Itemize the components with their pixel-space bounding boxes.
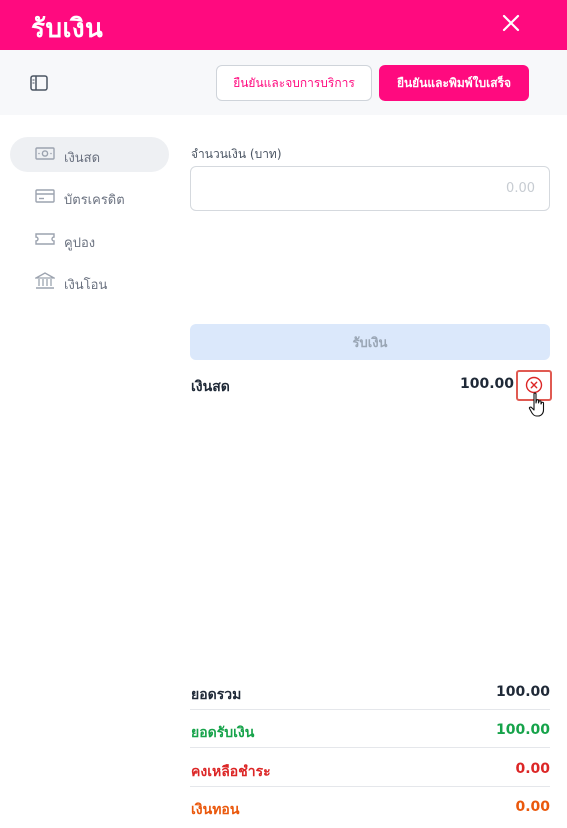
coupon-icon xyxy=(35,230,55,248)
summary-label: เงินทอน xyxy=(191,802,240,818)
payment-amount: 100.00 xyxy=(459,376,514,392)
summary-row-received: ยอดรับเงิน 100.00 xyxy=(190,710,550,748)
cash-icon xyxy=(35,145,55,163)
summary-value: 100.00 xyxy=(495,684,550,700)
sidebar-item-label: คูปอง xyxy=(64,236,96,251)
sidebar-item-cash[interactable]: เงินสด xyxy=(10,137,169,172)
close-icon[interactable] xyxy=(499,11,523,35)
summary-label: คงเหลือชำระ xyxy=(191,764,271,780)
amount-input[interactable] xyxy=(190,166,550,211)
summary-row-total: ยอดรวม 100.00 xyxy=(190,672,550,710)
hand-pointer-icon xyxy=(528,392,548,418)
summary-value: 0.00 xyxy=(515,761,550,777)
summary-row-remaining: คงเหลือชำระ 0.00 xyxy=(190,749,550,787)
dialog-title: รับเงิน xyxy=(31,14,104,44)
summary-value: 0.00 xyxy=(515,799,550,815)
sidebar-item-credit-card[interactable]: บัตรเครดิต xyxy=(10,179,169,214)
confirm-and-close-button[interactable]: ยืนยันและจบการบริการ xyxy=(216,65,372,101)
sidebar-item-coupon[interactable]: คูปอง xyxy=(10,222,169,257)
dialog-header: รับเงิน xyxy=(0,0,567,50)
sidebar-toggle-icon[interactable] xyxy=(30,75,48,91)
credit-card-icon xyxy=(35,187,55,205)
sidebar-item-label: เงินโอน xyxy=(64,278,108,293)
payment-method-label: เงินสด xyxy=(191,379,230,395)
summary-label: ยอดรับเงิน xyxy=(191,725,255,741)
sidebar-item-label: เงินสด xyxy=(64,151,101,166)
confirm-and-print-button[interactable]: ยืนยันและพิมพ์ใบเสร็จ xyxy=(379,65,529,101)
summary-row-change: เงินทอน 0.00 xyxy=(190,787,550,825)
summary-value: 100.00 xyxy=(495,722,550,738)
sidebar-item-bank-transfer[interactable]: เงินโอน xyxy=(10,264,169,299)
amount-label: จำนวนเงิน (บาท) xyxy=(191,147,282,161)
sidebar-item-label: บัตรเครดิต xyxy=(64,193,125,208)
bank-icon xyxy=(33,272,57,290)
summary-label: ยอดรวม xyxy=(191,687,242,703)
receive-payment-button[interactable]: รับเงิน xyxy=(190,324,550,360)
